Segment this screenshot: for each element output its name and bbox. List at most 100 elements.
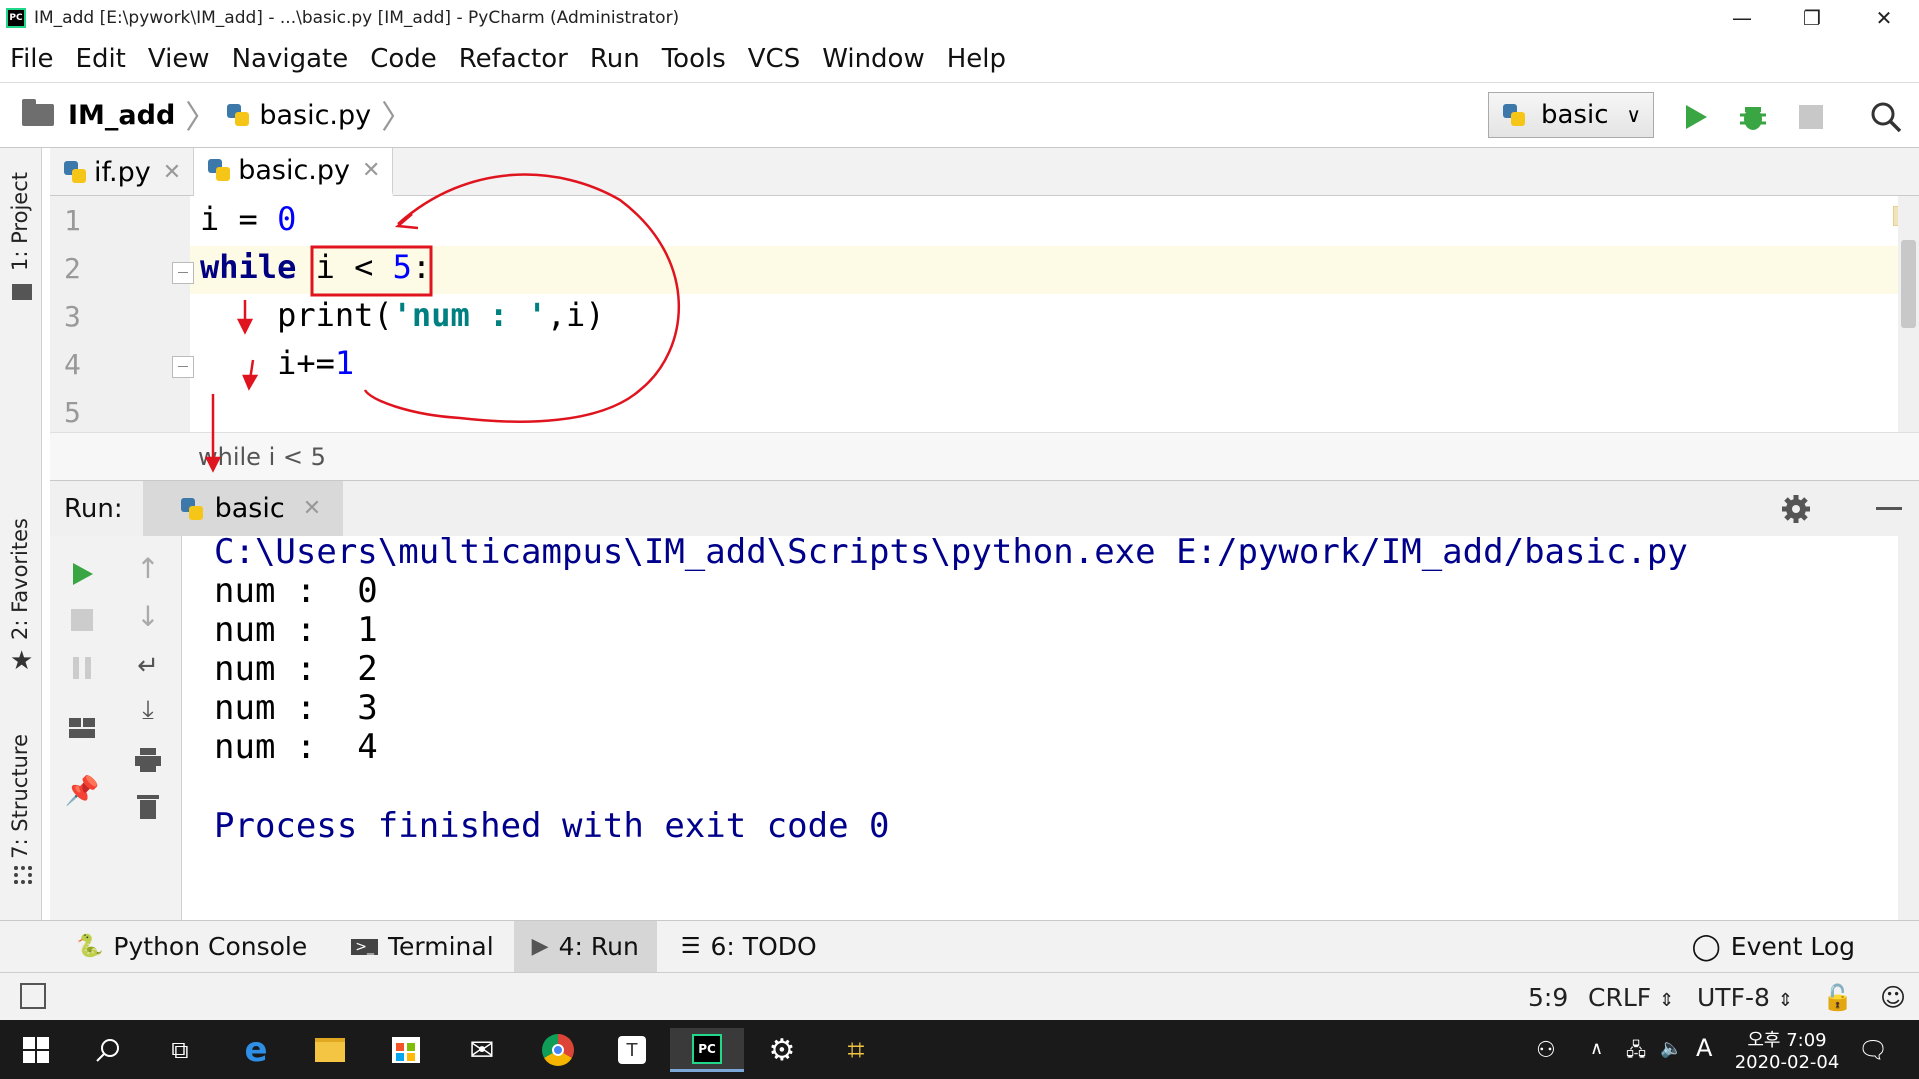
close-tab-icon[interactable]: ✕ — [163, 160, 181, 185]
search-button[interactable] — [1866, 97, 1906, 137]
editor-scrollbar[interactable] — [1898, 196, 1919, 924]
line-number: 1 — [64, 204, 81, 237]
menu-view[interactable]: View — [148, 44, 210, 74]
console-line: num : 4 — [214, 727, 378, 767]
terminal-icon: >_ — [351, 938, 378, 955]
run-tab-basic[interactable]: basic ✕ — [142, 480, 344, 537]
network-icon[interactable]: 🖧 — [1626, 1038, 1646, 1068]
minimize-button[interactable]: — — [1707, 0, 1777, 36]
line-separator-select[interactable]: CRLF ⇕ — [1588, 983, 1674, 1012]
run-button[interactable] — [1675, 97, 1715, 137]
debug-button[interactable] — [1733, 97, 1773, 137]
run-panel-title: Run: — [64, 493, 123, 524]
tab-if-py[interactable]: if.py ✕ — [50, 148, 195, 196]
python-icon: 🐍 — [76, 934, 104, 959]
start-button[interactable] — [12, 1028, 60, 1072]
scrollbar-thumb[interactable] — [1901, 240, 1916, 328]
event-log-tab[interactable]: ◯ Event Log — [1674, 921, 1873, 973]
soft-wrap-button[interactable]: ↵ — [128, 646, 168, 686]
mail-icon: ✉ — [469, 1032, 495, 1068]
task-view-button[interactable]: ⧉ — [156, 1028, 204, 1072]
menu-edit[interactable]: Edit — [76, 44, 126, 74]
typora-button[interactable]: T — [608, 1028, 656, 1072]
run-icon: ▶ — [531, 934, 549, 959]
menu-navigate[interactable]: Navigate — [232, 44, 349, 74]
close-tab-icon[interactable]: ✕ — [362, 158, 380, 183]
hide-panel-button[interactable] — [1876, 507, 1902, 510]
pin-button[interactable]: 📌 — [62, 770, 102, 810]
fold-toggle-icon[interactable] — [172, 262, 194, 284]
inspector-icon[interactable]: ☺ — [1880, 983, 1906, 1012]
todo-tab[interactable]: ☰ 6: TODO — [663, 921, 835, 973]
terminal-tab[interactable]: >_ Terminal — [333, 921, 511, 973]
caret-position[interactable]: 5:9 — [1528, 983, 1568, 1012]
favorites-tool-tab[interactable]: 2: Favorites — [8, 518, 32, 640]
breadcrumb-file[interactable]: basic.py — [225, 100, 371, 131]
menu-tools[interactable]: Tools — [662, 44, 726, 74]
structure-tool-tab[interactable]: 7: Structure — [8, 734, 32, 859]
fold-toggle-icon[interactable] — [172, 356, 194, 378]
pin-icon: 📌 — [64, 773, 100, 807]
menu-code[interactable]: Code — [370, 44, 437, 74]
tab-label: 4: Run — [558, 932, 639, 961]
restore-button[interactable]: ❐ — [1777, 0, 1847, 36]
clock-date[interactable]: 2020-02-04 — [1732, 1052, 1842, 1073]
clear-all-button[interactable] — [128, 786, 168, 826]
rerun-button[interactable] — [62, 554, 102, 594]
code-editor[interactable]: 1 2 3 4 5 i = 0 while i < 5: print('num … — [50, 196, 1919, 432]
search-button[interactable] — [84, 1028, 132, 1072]
run-configuration-select[interactable]: basic ∨ — [1488, 92, 1654, 138]
run-console-output[interactable]: C:\Users\multicampus\IM_add\Scripts\pyth… — [182, 532, 1898, 920]
people-icon[interactable]: ⚇ — [1536, 1038, 1556, 1063]
project-tool-tab[interactable]: 1: Project — [8, 172, 32, 271]
pause-button[interactable] — [62, 648, 102, 688]
run-tool-tab[interactable]: ▶ 4: Run — [513, 920, 657, 973]
python-icon — [179, 496, 205, 522]
layout-button[interactable] — [62, 708, 102, 748]
left-tool-strip: 1: Project 2: Favorites ★ 7: Structure — [0, 148, 42, 920]
stop-button[interactable] — [62, 600, 102, 640]
mail-button[interactable]: ✉ — [458, 1028, 506, 1072]
store-button[interactable] — [382, 1028, 430, 1072]
bug-icon — [1740, 107, 1766, 130]
menu-vcs[interactable]: VCS — [748, 44, 800, 74]
stop-button[interactable] — [1791, 97, 1831, 137]
line-separator-label: CRLF — [1588, 983, 1652, 1012]
snip-tool-button[interactable]: ⌗ — [832, 1028, 880, 1072]
tab-basic-py[interactable]: basic.py ✕ — [194, 148, 394, 196]
code-breadcrumb[interactable]: while i < 5 — [50, 432, 1919, 480]
menu-refactor[interactable]: Refactor — [459, 44, 568, 74]
print-button[interactable] — [128, 740, 168, 780]
encoding-select[interactable]: UTF-8 ⇕ — [1697, 983, 1793, 1012]
python-console-tab[interactable]: 🐍 Python Console — [58, 921, 325, 973]
menu-help[interactable]: Help — [947, 44, 1006, 74]
menu-run[interactable]: Run — [590, 44, 640, 74]
ime-indicator[interactable]: A — [1696, 1034, 1712, 1062]
chrome-button[interactable] — [534, 1028, 582, 1072]
menu-file[interactable]: File — [10, 44, 54, 74]
show-hidden-icons-button[interactable]: ∧ — [1590, 1038, 1603, 1059]
scroll-to-end-button[interactable]: ⤓ — [128, 690, 168, 730]
file-explorer-button[interactable] — [306, 1028, 354, 1072]
tool-windows-toggle-icon[interactable] — [20, 983, 46, 1009]
volume-icon[interactable]: 🔈 — [1660, 1038, 1682, 1059]
pycharm-taskbar-button[interactable]: PC — [670, 1028, 744, 1072]
close-tab-icon[interactable]: ✕ — [303, 496, 321, 521]
clock-time[interactable]: 오후 7:09 — [1742, 1026, 1832, 1052]
settings-button[interactable]: ⚙ — [758, 1028, 806, 1072]
chevron-down-icon: ∨ — [1626, 103, 1641, 127]
breadcrumb-project[interactable]: IM_add — [22, 99, 175, 131]
settings-gear-button[interactable] — [1780, 493, 1812, 525]
run-panel-header: Run: basic ✕ — [50, 480, 1919, 537]
console-line: C:\Users\multicampus\IM_add\Scripts\pyth… — [214, 532, 1688, 572]
notification-center-icon[interactable]: 🗨 — [1858, 1036, 1888, 1064]
console-line: Process finished with exit code 0 — [214, 806, 890, 846]
close-button[interactable]: ✕ — [1849, 0, 1919, 36]
scroll-up-button[interactable]: ↑ — [128, 548, 168, 588]
console-line: num : 0 — [214, 571, 378, 611]
lock-icon[interactable]: 🔓 — [1822, 983, 1853, 1013]
menu-window[interactable]: Window — [822, 44, 925, 74]
edge-browser-button[interactable]: e — [232, 1028, 280, 1072]
star-icon: ★ — [10, 646, 34, 676]
scroll-down-button[interactable]: ↓ — [128, 596, 168, 636]
